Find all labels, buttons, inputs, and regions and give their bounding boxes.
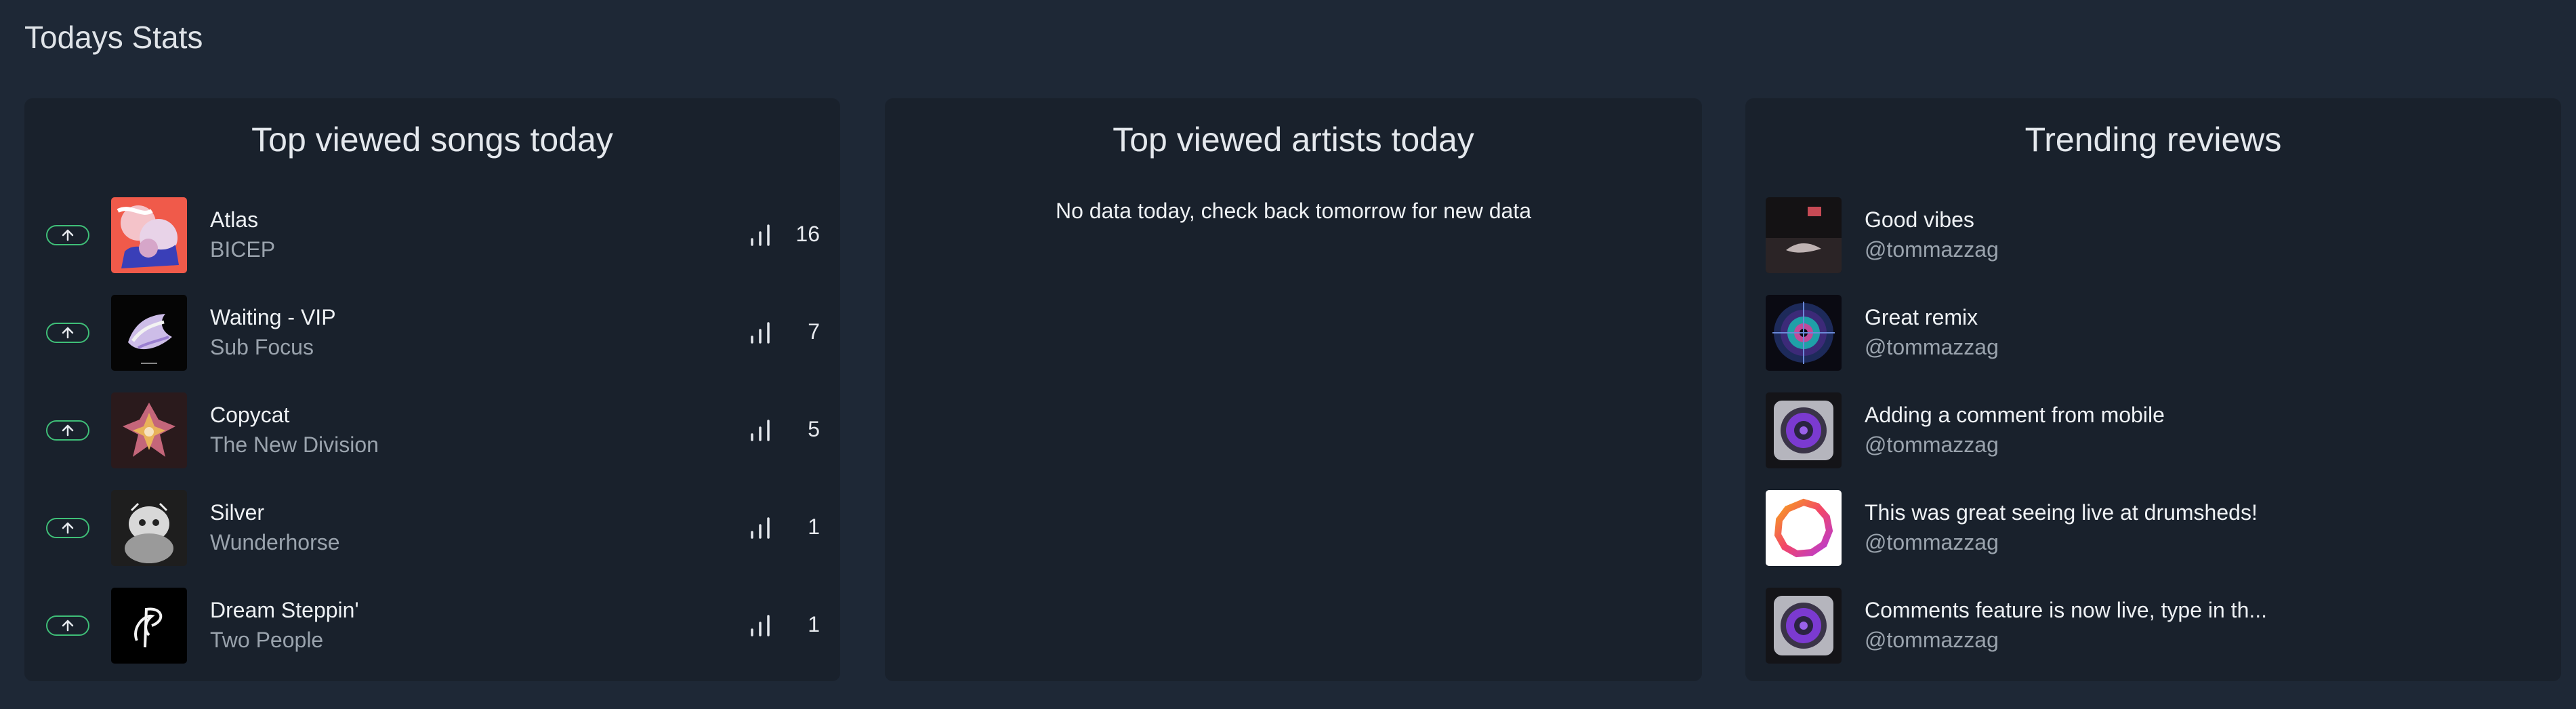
- top-artists-title: Top viewed artists today: [1113, 121, 1474, 159]
- song-info: Atlas BICEP: [210, 205, 275, 264]
- review-username[interactable]: @tommazzag: [1865, 527, 2258, 557]
- top-artists-panel: Top viewed artists today No data today, …: [885, 98, 1702, 681]
- album-art[interactable]: [111, 490, 187, 566]
- song-title[interactable]: Atlas: [210, 205, 275, 235]
- review-artwork[interactable]: [1766, 392, 1842, 468]
- artist-name[interactable]: Two People: [210, 625, 359, 655]
- page-title: Todays Stats: [24, 20, 203, 55]
- trending-reviews-panel: Trending reviews Good vibes @tommazzag G…: [1745, 98, 2561, 681]
- review-row[interactable]: Great remix @tommazzag: [1745, 291, 2561, 388]
- trend-up-badge[interactable]: [46, 518, 89, 538]
- review-row[interactable]: Adding a comment from mobile @tommazzag: [1745, 388, 2561, 486]
- song-row[interactable]: Copycat The New Division 5: [24, 388, 840, 486]
- top-songs-list: Atlas BICEP 16 Waiting - VIP Sub Focus 7…: [24, 193, 840, 681]
- bar-chart-icon: [751, 322, 770, 344]
- song-title[interactable]: Silver: [210, 498, 340, 527]
- song-info: Dream Steppin' Two People: [210, 595, 359, 655]
- arrow-up-icon: [62, 620, 74, 632]
- bar-chart-icon: [751, 420, 770, 441]
- trend-up-badge[interactable]: [46, 323, 89, 343]
- top-songs-panel: Top viewed songs today Atlas BICEP 16 Wa…: [24, 98, 840, 681]
- song-row[interactable]: Atlas BICEP 16: [24, 193, 840, 291]
- bar-chart-icon: [751, 224, 770, 246]
- review-row[interactable]: Comments feature is now live, type in th…: [1745, 584, 2561, 681]
- review-username[interactable]: @tommazzag: [1865, 625, 2267, 655]
- view-count: 5: [808, 417, 820, 441]
- song-row[interactable]: Dream Steppin' Two People 1: [24, 584, 840, 681]
- review-info: Good vibes @tommazzag: [1865, 205, 1999, 264]
- review-artwork[interactable]: [1766, 295, 1842, 371]
- arrow-up-icon: [62, 327, 74, 339]
- review-artwork[interactable]: [1766, 490, 1842, 566]
- review-row[interactable]: Good vibes @tommazzag: [1745, 193, 2561, 291]
- song-info: Silver Wunderhorse: [210, 498, 340, 557]
- review-username[interactable]: @tommazzag: [1865, 430, 2165, 460]
- artist-name[interactable]: The New Division: [210, 430, 379, 460]
- trending-reviews-list: Good vibes @tommazzag Great remix @tomma…: [1745, 193, 2561, 681]
- trending-reviews-title: Trending reviews: [2024, 121, 2282, 159]
- review-info: Comments feature is now live, type in th…: [1865, 595, 2267, 655]
- song-row[interactable]: Waiting - VIP Sub Focus 7: [24, 291, 840, 388]
- artist-name[interactable]: Sub Focus: [210, 332, 336, 362]
- song-info: Waiting - VIP Sub Focus: [210, 302, 336, 362]
- artist-name[interactable]: Wunderhorse: [210, 527, 340, 557]
- view-count: 1: [808, 612, 820, 636]
- song-row[interactable]: Silver Wunderhorse 1: [24, 486, 840, 584]
- arrow-up-icon: [62, 424, 74, 437]
- review-info: This was great seeing live at drumsheds!…: [1865, 498, 2258, 557]
- album-art[interactable]: [111, 197, 187, 273]
- top-songs-title: Top viewed songs today: [251, 121, 613, 159]
- trend-up-badge[interactable]: [46, 615, 89, 636]
- bar-chart-icon: [751, 517, 770, 539]
- review-username[interactable]: @tommazzag: [1865, 235, 1999, 264]
- trend-up-badge[interactable]: [46, 225, 89, 245]
- song-title[interactable]: Copycat: [210, 400, 379, 430]
- review-artwork[interactable]: [1766, 197, 1842, 273]
- album-art[interactable]: [111, 295, 187, 371]
- review-title[interactable]: Comments feature is now live, type in th…: [1865, 595, 2267, 625]
- arrow-up-icon: [62, 522, 74, 534]
- artist-name[interactable]: BICEP: [210, 235, 275, 264]
- song-info: Copycat The New Division: [210, 400, 379, 460]
- review-title[interactable]: This was great seeing live at drumsheds!: [1865, 498, 2258, 527]
- review-info: Adding a comment from mobile @tommazzag: [1865, 400, 2165, 460]
- view-count: 16: [795, 222, 820, 246]
- trend-up-badge[interactable]: [46, 420, 89, 441]
- view-count: 1: [808, 514, 820, 539]
- review-title[interactable]: Adding a comment from mobile: [1865, 400, 2165, 430]
- review-artwork[interactable]: [1766, 588, 1842, 664]
- bar-chart-icon: [751, 615, 770, 636]
- view-count: 7: [808, 319, 820, 344]
- empty-state-message: No data today, check back tomorrow for n…: [1056, 199, 1531, 223]
- song-title[interactable]: Dream Steppin': [210, 595, 359, 625]
- album-art[interactable]: [111, 392, 187, 468]
- review-row[interactable]: This was great seeing live at drumsheds!…: [1745, 486, 2561, 584]
- review-title[interactable]: Good vibes: [1865, 205, 1999, 235]
- review-title[interactable]: Great remix: [1865, 302, 1999, 332]
- review-username[interactable]: @tommazzag: [1865, 332, 1999, 362]
- song-title[interactable]: Waiting - VIP: [210, 302, 336, 332]
- album-art[interactable]: [111, 588, 187, 664]
- review-info: Great remix @tommazzag: [1865, 302, 1999, 362]
- arrow-up-icon: [62, 229, 74, 241]
